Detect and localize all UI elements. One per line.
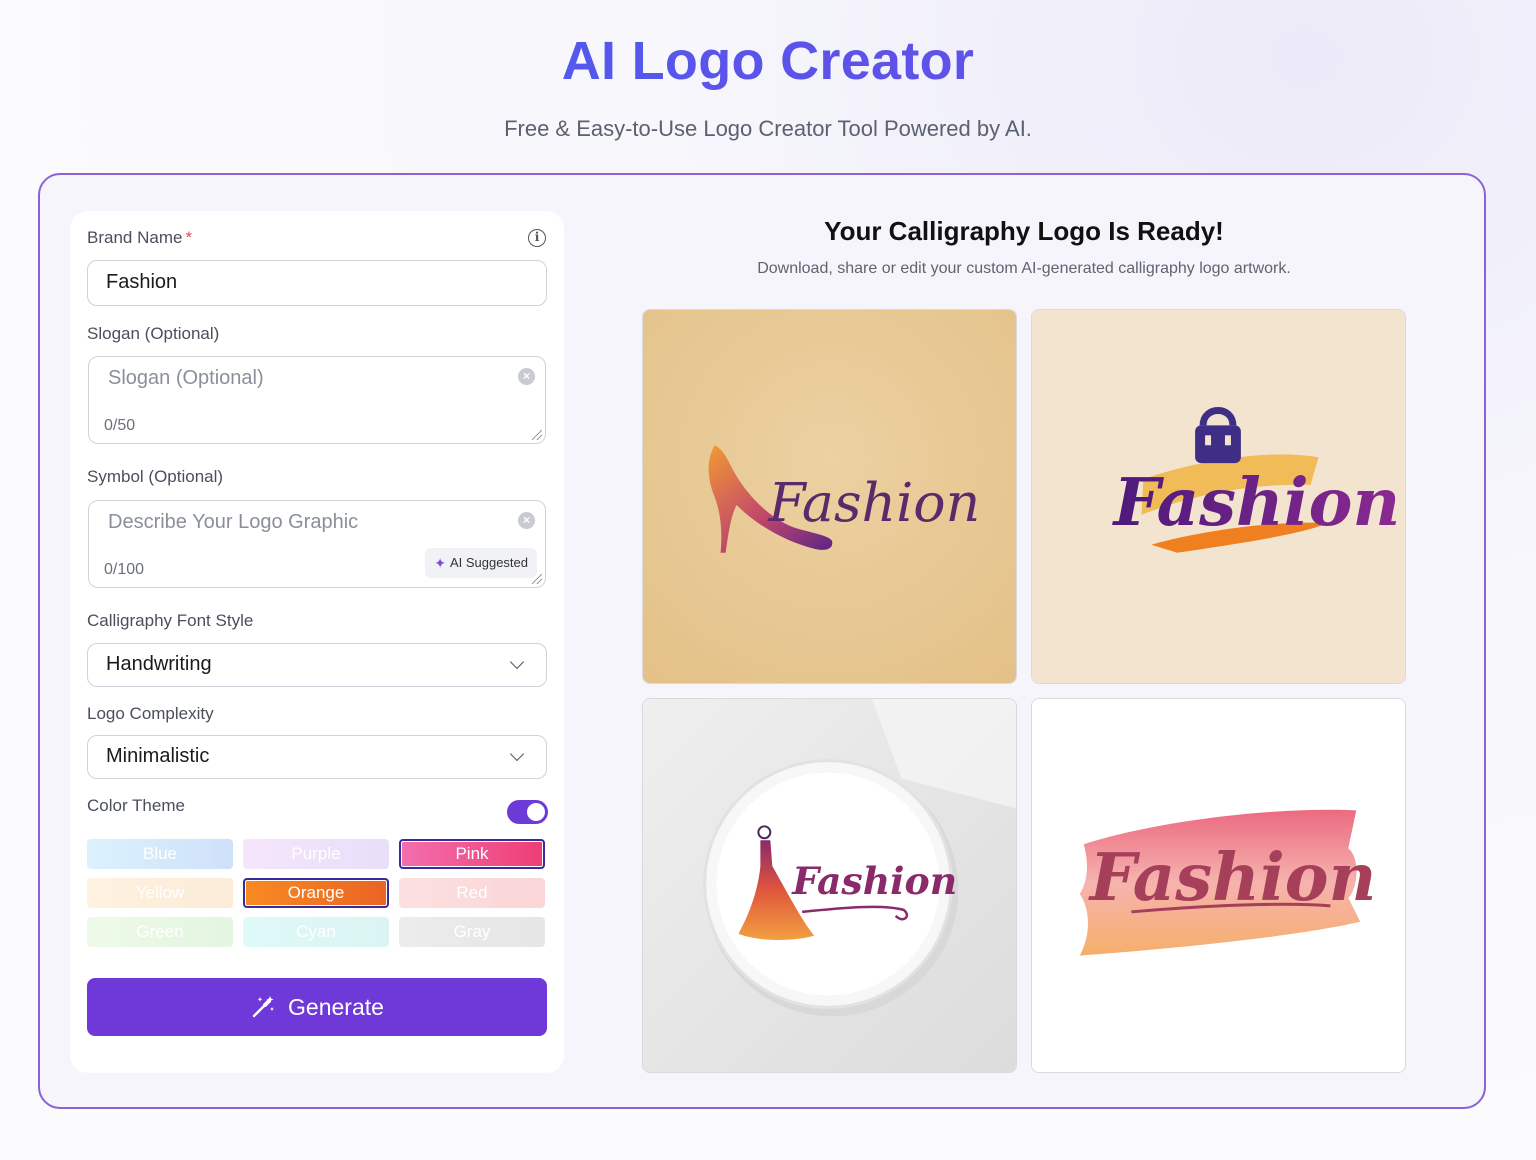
resize-handle[interactable] xyxy=(532,430,542,440)
page-title: AI Logo Creator xyxy=(0,30,1536,92)
swatch-red[interactable]: Red xyxy=(399,878,545,908)
logo-result-2[interactable]: Fashion xyxy=(1031,309,1406,684)
slogan-placeholder: Slogan (Optional) xyxy=(108,367,264,389)
logo-text: Fashion xyxy=(791,859,957,903)
swatch-orange[interactable]: Orange xyxy=(243,878,389,908)
symbol-label: Symbol (Optional) xyxy=(87,467,224,486)
logo-result-3[interactable]: Fashion xyxy=(642,698,1017,1073)
font-style-select[interactable]: Handwriting xyxy=(87,643,547,687)
magic-wand-icon: ✦ xyxy=(434,555,446,571)
slogan-textarea[interactable]: Slogan (Optional) × 0/50 xyxy=(88,356,546,444)
result-subtitle: Download, share or edit your custom AI-g… xyxy=(757,260,1291,277)
form-panel: Brand Name * i Fashion Slogan (Optional) … xyxy=(70,211,564,1073)
swatch-gray[interactable]: Gray xyxy=(399,917,545,947)
font-style-value: Handwriting xyxy=(106,653,212,675)
symbol-textarea[interactable]: Describe Your Logo Graphic × 0/100 ✦ AI … xyxy=(88,500,546,588)
brand-name-label-text: Brand Name xyxy=(87,228,183,247)
page-subtitle: Free & Easy-to-Use Logo Creator Tool Pow… xyxy=(504,116,1032,141)
handbag-logo: Fashion xyxy=(1032,310,1405,683)
logo-text: Fashion xyxy=(767,471,980,534)
swatch-purple[interactable]: Purple xyxy=(243,839,389,869)
required-mark: * xyxy=(185,228,193,247)
complexity-value: Minimalistic xyxy=(106,745,210,767)
info-icon[interactable]: i xyxy=(528,229,546,247)
complexity-select[interactable]: Minimalistic xyxy=(87,735,547,779)
complexity-label: Logo Complexity xyxy=(87,704,214,723)
generate-button[interactable]: Generate xyxy=(87,978,547,1036)
resize-handle[interactable] xyxy=(532,574,542,584)
logo-creator-card: Brand Name * i Fashion Slogan (Optional) … xyxy=(38,173,1486,1109)
symbol-placeholder: Describe Your Logo Graphic xyxy=(108,511,359,533)
ai-suggested-label: AI Suggested xyxy=(449,555,528,570)
swatch-yellow[interactable]: Yellow xyxy=(87,878,233,908)
clear-icon[interactable]: × xyxy=(518,512,535,529)
swatch-pink[interactable]: Pink xyxy=(399,839,545,869)
brand-name-label: Brand Name * xyxy=(87,228,192,248)
color-theme-toggle[interactable] xyxy=(507,800,548,824)
symbol-counter: 0/100 xyxy=(104,561,145,578)
clear-icon[interactable]: × xyxy=(518,368,535,385)
brush-logo: Fashion xyxy=(1032,699,1405,1072)
ai-suggested-button[interactable]: ✦ AI Suggested xyxy=(425,548,537,578)
swatch-green[interactable]: Green xyxy=(87,917,233,947)
logo-result-4[interactable]: Fashion xyxy=(1031,698,1406,1073)
swatch-cyan[interactable]: Cyan xyxy=(243,917,389,947)
brand-name-input[interactable]: Fashion xyxy=(87,260,547,306)
color-theme-label: Color Theme xyxy=(87,796,185,815)
generate-label: Generate xyxy=(288,993,384,1020)
logo-text: Fashion xyxy=(1112,464,1401,541)
chevron-down-icon xyxy=(509,746,525,762)
slogan-counter: 0/50 xyxy=(104,417,136,434)
swatch-blue[interactable]: Blue xyxy=(87,839,233,869)
high-heel-logo: Fashion xyxy=(643,310,1016,683)
logo-result-1[interactable]: Fashion xyxy=(642,309,1017,684)
chevron-down-icon xyxy=(509,654,525,670)
font-style-label: Calligraphy Font Style xyxy=(87,611,254,630)
badge-logo: Fashion xyxy=(643,699,1016,1072)
slogan-label: Slogan (Optional) xyxy=(87,324,220,343)
magic-wand-icon xyxy=(252,996,275,1018)
toggle-knob xyxy=(527,803,545,821)
result-title: Your Calligraphy Logo Is Ready! xyxy=(824,216,1224,246)
